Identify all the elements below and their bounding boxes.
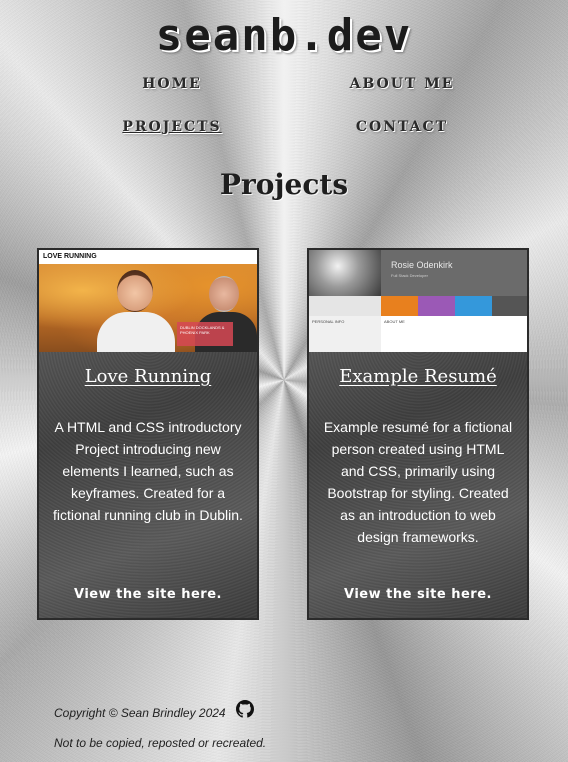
thumbnail-runner-woman-body [97, 312, 175, 352]
view-site-link-love-running[interactable]: View the site here. [39, 587, 257, 602]
copy-notice: Not to be copied, reposted or recreated. [54, 736, 267, 750]
thumbnail-tile-grey [492, 296, 527, 316]
thumbnail-tile-orange [381, 296, 418, 316]
thumbnail-role: Full Stack Developer [391, 273, 428, 278]
thumbnail-personal-info: PERSONAL INFO [309, 316, 381, 352]
thumbnail-runner-woman [117, 270, 153, 312]
page-title: Projects [219, 168, 349, 201]
nav-home[interactable]: HOME [142, 76, 202, 92]
project-title-example-resume[interactable]: Example Resumé [309, 366, 527, 387]
thumbnail-name: Rosie Odenkirk [391, 260, 453, 270]
project-thumbnail-love-running[interactable]: DUBLIN DOCKLANDS & PHOENIX PARK LOVE RUN… [39, 250, 257, 352]
project-description-love-running: A HTML and CSS introductory Project intr… [53, 419, 243, 523]
thumbnail-about-me: ABOUT ME [381, 316, 527, 352]
project-description-example-resume: Example resumé for a fictional person cr… [323, 419, 513, 545]
thumbnail-tile-blue [455, 296, 492, 316]
thumbnail-logo: LOVE RUNNING [43, 253, 97, 260]
github-icon-svg [236, 700, 254, 718]
copyright-text: Copyright © Sean Brindley 2024 [54, 706, 226, 720]
nav-projects[interactable]: PROJECTS [122, 119, 221, 135]
nav-contact[interactable]: CONTACT [356, 119, 448, 135]
project-thumbnail-example-resume[interactable]: Rosie Odenkirk Full Stack Developer PERS… [309, 250, 527, 352]
github-icon[interactable] [236, 700, 254, 718]
site-brand[interactable]: seanb.dev [0, 10, 568, 61]
thumbnail-portrait [309, 250, 381, 296]
thumbnail-overlay-text: DUBLIN DOCKLANDS & PHOENIX PARK [177, 322, 233, 346]
thumbnail-tile-purple [418, 296, 455, 316]
nav-about-me[interactable]: ABOUT ME [350, 76, 455, 92]
project-card-example-resume: Rosie Odenkirk Full Stack Developer PERS… [307, 248, 529, 620]
thumbnail-sidebar [309, 296, 381, 316]
project-title-love-running[interactable]: Love Running [39, 366, 257, 387]
view-site-link-example-resume[interactable]: View the site here. [309, 587, 527, 602]
project-card-love-running: DUBLIN DOCKLANDS & PHOENIX PARK LOVE RUN… [37, 248, 259, 620]
thumbnail-runner-man [209, 276, 239, 312]
